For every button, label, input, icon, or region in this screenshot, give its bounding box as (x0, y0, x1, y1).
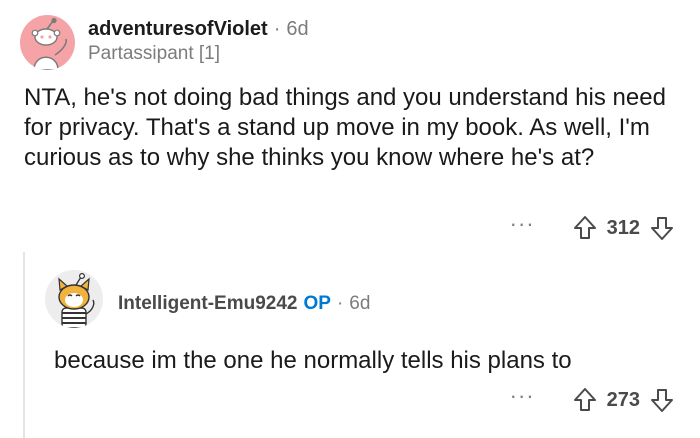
user-flair: Partassipant [1] (88, 43, 221, 64)
snoo-avatar-icon[interactable] (20, 15, 75, 70)
more-options-icon[interactable]: ··· (510, 213, 535, 237)
comment-age: 6d (286, 18, 309, 40)
downvote-arrow-icon[interactable] (650, 215, 674, 241)
upvote-arrow-icon[interactable] (573, 387, 597, 413)
downvote-arrow-icon[interactable] (650, 387, 674, 413)
meta-separator: · (336, 293, 344, 314)
upvote-arrow-icon[interactable] (573, 215, 597, 241)
reply-age: 6d (349, 293, 371, 314)
vote-score: 273 (606, 388, 640, 411)
author-username[interactable]: adventuresofViolet (88, 18, 268, 40)
comment-body: NTA, he's not doing bad things and you u… (24, 84, 666, 171)
more-options-icon[interactable]: ··· (510, 385, 535, 409)
comment-meta: adventuresofViolet · 6d (88, 17, 309, 41)
meta-separator: · (273, 18, 281, 40)
op-badge: OP (303, 293, 331, 314)
reply-body: because im the one he normally tells his… (54, 347, 572, 374)
vote-score: 312 (606, 216, 640, 239)
reply-meta: Intelligent-Emu9242 OP · 6d (118, 292, 370, 316)
reply-actions: ··· 273 (510, 385, 674, 415)
thread-line[interactable] (23, 252, 25, 438)
author-username[interactable]: Intelligent-Emu9242 (118, 293, 298, 314)
snoo-avatar-icon[interactable] (45, 270, 103, 328)
comment-actions: ··· 312 (510, 213, 674, 243)
